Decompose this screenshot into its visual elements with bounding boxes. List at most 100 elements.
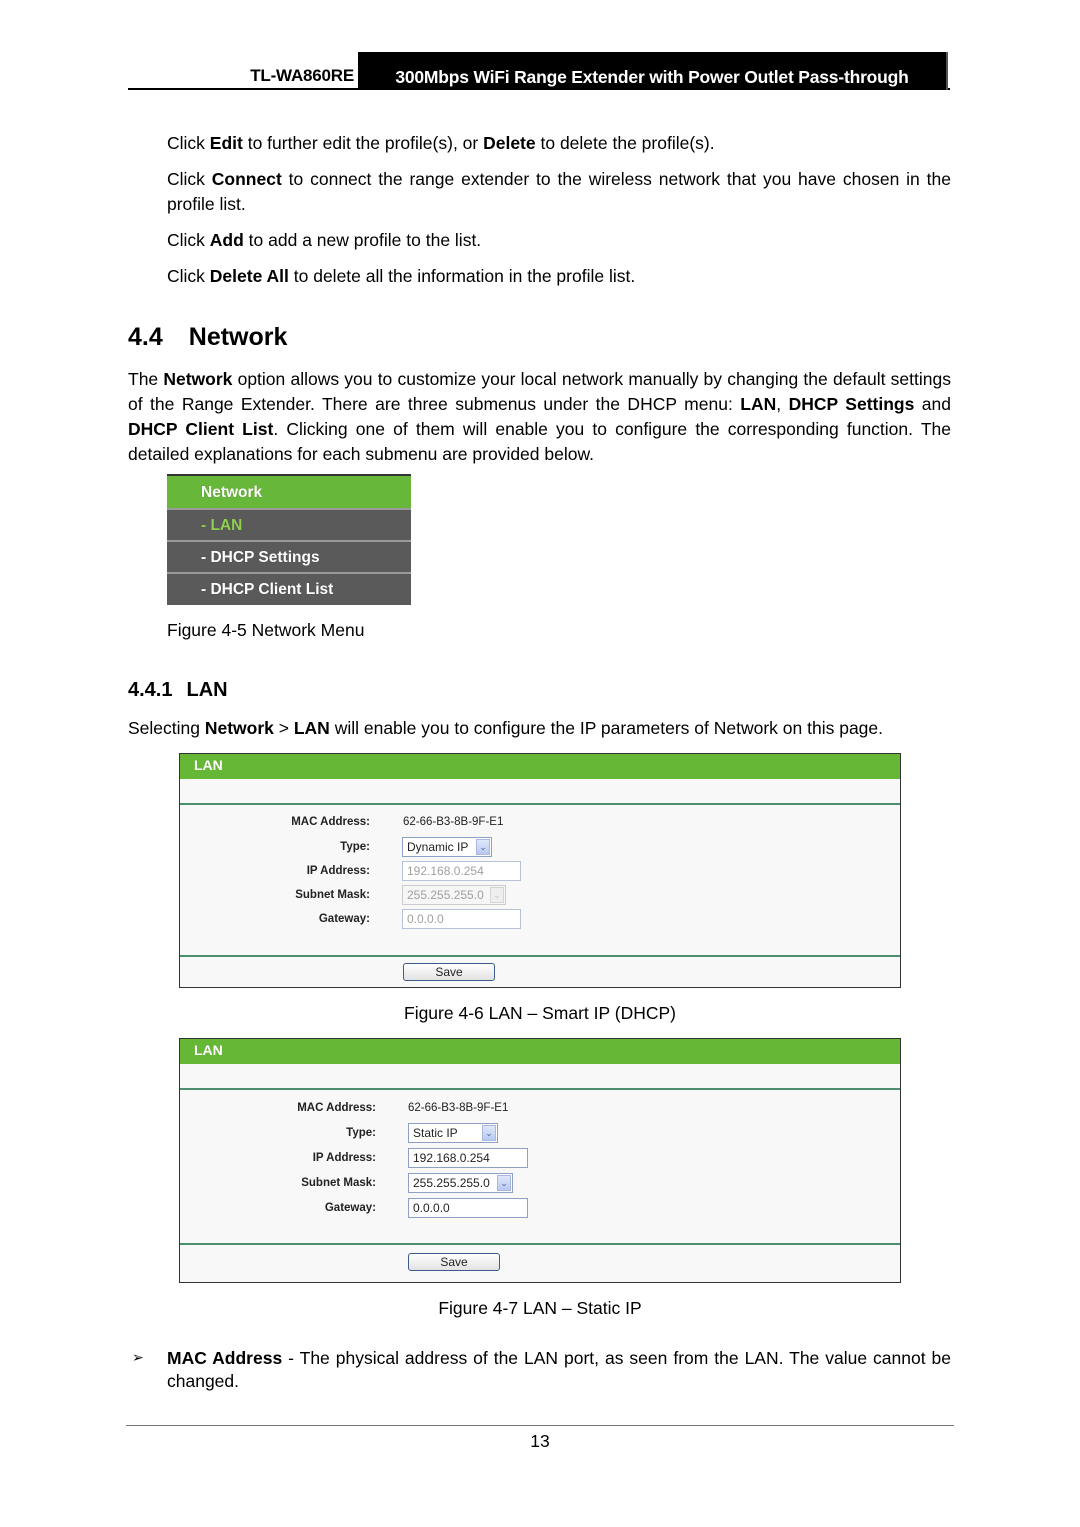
ip-address-input[interactable]: 192.168.0.254 — [408, 1148, 528, 1168]
intro-paragraph-connect: Click Connect to connect the range exten… — [167, 167, 951, 217]
text: The — [128, 369, 164, 389]
ip-address-input[interactable]: 192.168.0.254 — [402, 861, 521, 881]
bold-term: Edit — [209, 133, 243, 153]
section-paragraph: The Network option allows you to customi… — [128, 367, 951, 467]
mac-row: MAC Address: 62-66-B3-8B-9F-E1 — [180, 812, 900, 836]
ip-label: IP Address: — [306, 865, 370, 877]
mask-row: Subnet Mask: 255.255.255.0 ⌄ — [180, 1173, 900, 1197]
subsection-title: LAN — [186, 679, 228, 701]
section-title: Network — [188, 323, 288, 351]
type-label: Type: — [340, 841, 370, 853]
bold-term: Connect — [211, 169, 282, 189]
type-select[interactable]: Dynamic IP ⌄ — [402, 837, 492, 857]
figure-caption: Figure 4-7 LAN – Static IP — [438, 1298, 642, 1318]
figure-caption: Figure 4-6 LAN – Smart IP (DHCP) — [404, 1003, 676, 1023]
panel-form: MAC Address: 62-66-B3-8B-9F-E1 Type: Dyn… — [180, 805, 900, 955]
bold-term: LAN — [293, 718, 330, 738]
panel-title: LAN — [180, 754, 900, 779]
header-model: TL-WA860RE — [250, 66, 354, 85]
chevron-down-icon[interactable]: ⌄ — [497, 1175, 511, 1191]
type-select-value: Dynamic IP — [407, 840, 469, 854]
gateway-label: Gateway: — [324, 1202, 376, 1214]
panel-spacer — [180, 1064, 900, 1090]
text: Click — [167, 230, 210, 250]
text: to further edit the profile(s), or — [242, 133, 484, 153]
gateway-row: Gateway: 0.0.0.0 — [180, 909, 900, 933]
panel-footer: Save — [180, 1243, 900, 1284]
bold-term: Network — [163, 369, 233, 389]
network-menu: Network - LAN - DHCP Settings - DHCP Cli… — [167, 474, 411, 605]
intro-paragraph-delete-all: Click Delete All to delete all the infor… — [167, 264, 951, 289]
subnet-mask-select[interactable]: 255.255.255.0 ⌄ — [402, 885, 506, 905]
mask-label: Subnet Mask: — [295, 889, 370, 901]
lan-panel-static: LAN MAC Address: 62-66-B3-8B-9F-E1 Type:… — [179, 1038, 901, 1283]
bold-term: Delete — [483, 133, 536, 153]
gateway-input[interactable]: 0.0.0.0 — [408, 1198, 528, 1218]
section-number: 4.4 — [128, 323, 163, 351]
page-number: 13 — [530, 1431, 550, 1451]
mac-label: MAC Address: — [291, 816, 370, 828]
text: Click — [167, 169, 212, 189]
bold-term: Add — [209, 230, 244, 250]
type-select-value: Static IP — [413, 1126, 458, 1140]
section-heading: 4.4 Network — [128, 323, 287, 352]
text: to delete all the information in the pro… — [288, 266, 636, 286]
text: - The physical address of the LAN port, … — [167, 1348, 952, 1391]
menu-item-dhcp-settings[interactable]: - DHCP Settings — [167, 542, 411, 574]
gateway-input[interactable]: 0.0.0.0 — [402, 909, 521, 929]
intro-paragraph-edit: Click Edit to further edit the profile(s… — [167, 131, 951, 156]
ip-row: IP Address: 192.168.0.254 — [180, 1148, 900, 1172]
subsection-paragraph: Selecting Network > LAN will enable you … — [128, 716, 958, 741]
figure-caption: Figure 4-5 Network Menu — [167, 620, 365, 640]
bold-term: DHCP Client List — [128, 419, 274, 439]
lan-panel-dhcp: LAN MAC Address: 62-66-B3-8B-9F-E1 Type:… — [179, 753, 901, 988]
ip-label: IP Address: — [312, 1152, 376, 1164]
gateway-label: Gateway: — [318, 913, 370, 925]
bold-term: MAC Address — [167, 1348, 283, 1368]
footer-rule — [126, 1425, 954, 1426]
chevron-down-icon[interactable]: ⌄ — [482, 1125, 496, 1141]
type-row: Type: Static IP ⌄ — [180, 1123, 900, 1147]
bold-term: Network — [204, 718, 274, 738]
subnet-mask-select[interactable]: 255.255.255.0 ⌄ — [408, 1173, 513, 1193]
text: Click — [167, 133, 210, 153]
panel-title: LAN — [180, 1039, 900, 1064]
type-row: Type: Dynamic IP ⌄ — [180, 837, 900, 861]
intro-paragraph-add: Click Add to add a new profile to the li… — [167, 228, 951, 253]
save-button[interactable]: Save — [403, 963, 495, 981]
bold-term: DHCP Settings — [788, 394, 915, 414]
mac-row: MAC Address: 62-66-B3-8B-9F-E1 — [180, 1098, 900, 1122]
text: Selecting — [128, 718, 205, 738]
header-title: 300Mbps WiFi Range Extender with Power O… — [358, 52, 948, 90]
menu-item-network[interactable]: Network — [167, 476, 411, 510]
gateway-row: Gateway: 0.0.0.0 — [180, 1198, 900, 1222]
chevron-down-icon[interactable]: ⌄ — [490, 887, 504, 903]
bold-term: LAN — [740, 394, 777, 414]
panel-footer: Save — [180, 955, 900, 989]
chevron-down-icon[interactable]: ⌄ — [476, 839, 490, 855]
subsection-number: 4.4.1 — [128, 679, 173, 701]
mask-row: Subnet Mask: 255.255.255.0 ⌄ — [180, 885, 900, 909]
menu-item-dhcp-client-list[interactable]: - DHCP Client List — [167, 574, 411, 606]
text: will enable you to configure the IP para… — [329, 718, 884, 738]
panel-spacer — [180, 779, 900, 805]
bold-term: Delete All — [209, 266, 289, 286]
text: to add a new profile to the list. — [243, 230, 482, 250]
type-label: Type: — [346, 1127, 376, 1139]
ip-row: IP Address: 192.168.0.254 — [180, 861, 900, 885]
text: and — [914, 394, 951, 414]
bullet-mac-address: MAC Address - The physical address of th… — [167, 1347, 951, 1393]
subnet-mask-value: 255.255.255.0 — [407, 888, 484, 902]
text: to connect the range extender to the wir… — [167, 169, 951, 214]
text: to delete the profile(s). — [535, 133, 715, 153]
text: > — [273, 718, 294, 738]
text: , — [776, 394, 789, 414]
subnet-mask-value: 255.255.255.0 — [413, 1176, 490, 1190]
mask-label: Subnet Mask: — [301, 1177, 376, 1189]
save-button[interactable]: Save — [408, 1253, 500, 1271]
subsection-heading: 4.4.1 LAN — [128, 679, 228, 702]
panel-form: MAC Address: 62-66-B3-8B-9F-E1 Type: Sta… — [180, 1090, 900, 1243]
mac-value: 62-66-B3-8B-9F-E1 — [403, 816, 504, 828]
type-select[interactable]: Static IP ⌄ — [408, 1123, 498, 1143]
menu-item-lan[interactable]: - LAN — [167, 510, 411, 542]
